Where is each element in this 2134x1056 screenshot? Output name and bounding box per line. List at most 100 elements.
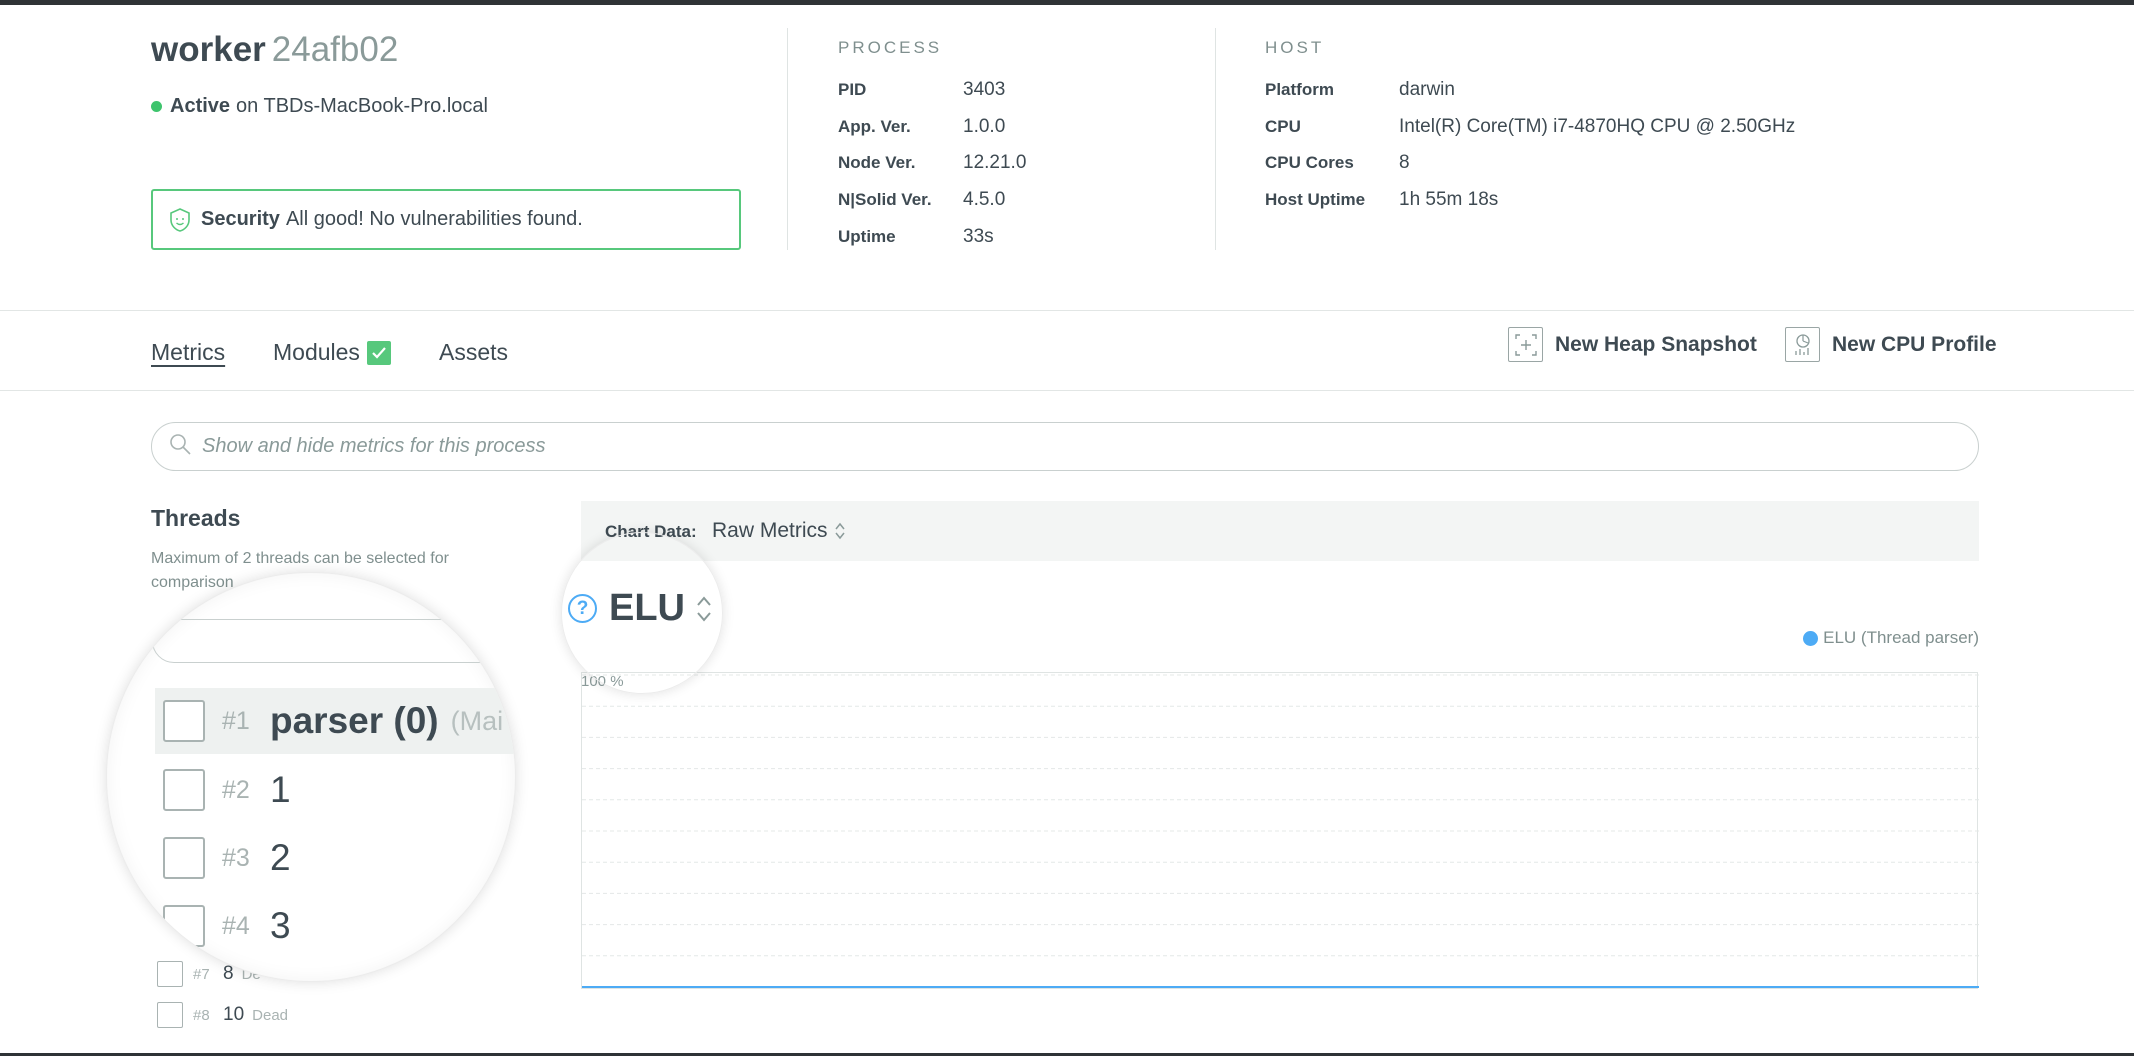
thread-name: parser (0) — [270, 700, 439, 741]
status-state: Active — [170, 95, 231, 117]
thread-checkbox[interactable] — [163, 700, 205, 742]
tab-modules[interactable]: Modules — [273, 339, 391, 366]
thread-row[interactable]: #2 1 — [155, 757, 515, 823]
process-caption: PROCESS — [838, 38, 943, 57]
host-value: 8 — [1399, 152, 1410, 174]
thread-number: #2 — [222, 775, 250, 804]
chart-data-value: Raw Metrics — [712, 519, 828, 542]
tab-metrics-label: Metrics — [151, 339, 226, 365]
thread-checkbox[interactable] — [163, 837, 205, 879]
chart-data-select[interactable]: Raw Metrics — [712, 519, 846, 543]
host-key: Host Uptime — [1265, 190, 1366, 210]
worker-label: worker — [151, 30, 266, 69]
tabs-bottom-divider — [0, 390, 2134, 391]
worker-id: 24afb02 — [271, 30, 399, 69]
host-key: CPU Cores — [1265, 153, 1354, 173]
security-banner: Security All good! No vulnerabilities fo… — [151, 189, 741, 250]
thread-checkbox[interactable] — [157, 1002, 183, 1028]
thread-row[interactable]: #4 3 — [155, 893, 515, 959]
thread-checkbox[interactable] — [163, 769, 205, 811]
page-title: worker 24afb02 — [151, 30, 398, 70]
cpu-profile-icon — [1785, 327, 1820, 362]
thread-main-tag: (Mai — [450, 705, 504, 736]
process-value: 1.0.0 — [963, 115, 1006, 137]
header-divider — [787, 28, 788, 250]
host-caption: HOST — [1265, 38, 1325, 57]
process-key: PID — [838, 80, 867, 100]
host-value: darwin — [1399, 79, 1455, 101]
thread-row[interactable]: #5 4 — [155, 961, 515, 981]
thread-dead-status: Dead — [252, 1006, 288, 1024]
host-row: CPU Cores 8 — [1265, 145, 1795, 182]
security-label: Security — [201, 208, 280, 230]
thread-number: #8 — [193, 1006, 210, 1024]
sort-icon[interactable] — [695, 593, 713, 625]
security-message: All good! No vulnerabilities found. — [285, 208, 583, 230]
thread-number: #1 — [222, 706, 250, 735]
status-dot-icon — [151, 101, 162, 112]
tabs-top-divider — [0, 310, 2134, 311]
new-heap-snapshot-button[interactable]: New Heap Snapshot — [1508, 327, 1757, 362]
process-value: 33s — [963, 225, 994, 247]
threads-magnifier-lens: ✕ #1 parser (0) (Mai #2 1 #3 2 #4 3 #5 4 — [106, 572, 516, 982]
process-key: Node Ver. — [838, 153, 916, 173]
metrics-search — [151, 422, 1979, 471]
thread-name: 10 — [223, 1004, 245, 1025]
thread-name: 1 — [270, 769, 291, 810]
host-row: Platform darwin — [1265, 72, 1795, 109]
thread-checkbox[interactable] — [163, 905, 205, 947]
thread-row[interactable]: #3 2 — [155, 825, 515, 891]
sort-icon — [834, 521, 846, 541]
help-icon[interactable]: ? — [568, 594, 597, 623]
host-value: Intel(R) Core(TM) i7-4870HQ CPU @ 2.50GH… — [1399, 115, 1796, 137]
search-input[interactable] — [202, 435, 1902, 458]
thread-row[interactable]: #1 parser (0) (Mai — [155, 688, 515, 754]
legend-dot — [1803, 630, 1819, 646]
thread-filter-input[interactable]: ✕ — [152, 619, 512, 663]
thread-row[interactable]: #8 10 Dead — [157, 1002, 288, 1028]
thread-name: 4 — [270, 973, 291, 981]
heap-snapshot-icon — [1508, 327, 1543, 362]
host-info: HOST Platform darwin CPU Intel(R) Core(TM)… — [1265, 38, 1795, 218]
host-row: Host Uptime 1h 55m 18s — [1265, 182, 1795, 219]
process-key: App. Ver. — [838, 116, 911, 136]
elu-chart — [581, 672, 1979, 989]
thread-name: 2 — [270, 837, 291, 878]
header-divider — [1215, 28, 1216, 250]
legend-label: ELU (Thread parser) — [1823, 628, 1979, 647]
host-key: Platform — [1265, 80, 1334, 100]
thread-checkbox[interactable] — [163, 973, 205, 981]
threads-title: Threads — [151, 505, 241, 531]
process-key: N|Solid Ver. — [838, 190, 932, 210]
tab-metrics[interactable]: Metrics — [151, 339, 225, 366]
thread-number: #4 — [222, 911, 250, 940]
process-key: Uptime — [838, 226, 896, 246]
tab-assets[interactable]: Assets — [439, 339, 508, 366]
host-row: CPU Intel(R) Core(TM) i7-4870HQ CPU @ 2.5… — [1265, 109, 1795, 146]
check-icon — [366, 340, 391, 365]
process-value: 12.21.0 — [963, 152, 1027, 174]
chart-legend: ELU (Thread parser) — [1803, 628, 1979, 648]
elu-chart-title: ? ELU — [568, 587, 713, 630]
tab-assets-label: Assets — [439, 339, 509, 365]
status-host: on TBDs-MacBook-Pro.local — [236, 95, 488, 117]
elu-title-label: ELU — [609, 587, 685, 629]
chart-data-bar: Chart Data: Raw Metrics — [581, 501, 1979, 561]
process-value: 3403 — [963, 79, 1006, 101]
process-row: App. Ver. 1.0.0 — [838, 109, 1026, 146]
heap-snapshot-label: New Heap Snapshot — [1555, 332, 1757, 356]
host-key: CPU — [1265, 116, 1301, 136]
clear-icon[interactable]: ✕ — [475, 629, 499, 653]
process-value: 4.5.0 — [963, 189, 1006, 211]
host-value: 1h 55m 18s — [1399, 189, 1499, 211]
thread-number: #3 — [222, 843, 250, 872]
thread-name: 3 — [270, 905, 291, 946]
new-cpu-profile-button[interactable]: New CPU Profile — [1785, 327, 1997, 362]
status-line: Active on TBDs-MacBook-Pro.local — [151, 95, 488, 118]
cpu-profile-label: New CPU Profile — [1832, 332, 1997, 356]
process-row: Node Ver. 12.21.0 — [838, 145, 1026, 182]
process-row: N|Solid Ver. 4.5.0 — [838, 182, 1026, 219]
shield-icon — [167, 207, 193, 233]
process-row: PID 3403 — [838, 72, 1026, 109]
process-info: PROCESS PID 3403 App. Ver. 1.0.0 Node Ver.… — [838, 38, 1026, 255]
